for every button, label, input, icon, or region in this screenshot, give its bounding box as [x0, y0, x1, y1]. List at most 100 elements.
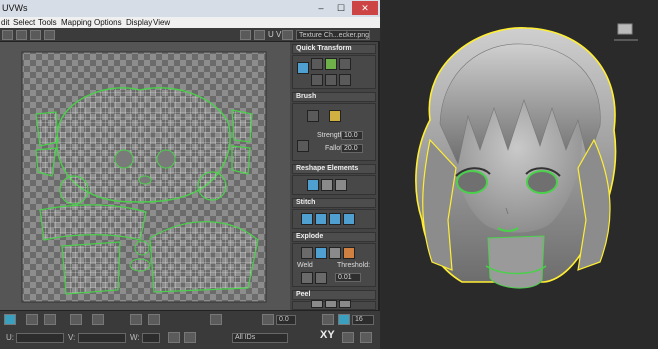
w-input[interactable] [142, 333, 160, 343]
grid-icon[interactable] [338, 314, 350, 325]
loop-icon[interactable] [130, 314, 142, 325]
view-icon[interactable] [254, 30, 265, 40]
freeform-icon[interactable] [44, 30, 55, 40]
brush-icon[interactable] [307, 110, 319, 122]
stitch-icon[interactable] [301, 213, 313, 225]
straighten-icon[interactable] [321, 179, 333, 191]
viewcube-icon[interactable] [617, 23, 633, 35]
flip-icon[interactable] [311, 74, 323, 86]
rotate-ccw-icon[interactable] [339, 74, 351, 86]
uv-shell-neck[interactable] [39, 204, 147, 241]
weld-icon[interactable] [301, 272, 313, 284]
vertex-mode-icon[interactable] [4, 314, 16, 325]
quick-transform-header[interactable]: Quick Transform [292, 44, 376, 54]
uv-shell-small[interactable] [134, 240, 150, 256]
explode-body: Weld Threshold: 0.01 [292, 243, 376, 287]
stitch-target-icon[interactable] [315, 213, 327, 225]
explode-header[interactable]: Explode [292, 232, 376, 242]
menu-display[interactable]: Display [126, 18, 152, 27]
menu-mapping[interactable]: Mapping [61, 18, 92, 27]
menu-tools[interactable]: Tools [38, 18, 57, 27]
checker-icon[interactable] [240, 30, 251, 40]
brush-body: Strength: 10.0 Falloff: 20.0 [292, 103, 376, 161]
rotate-icon[interactable] [16, 30, 27, 40]
uv-shell-eye-right[interactable] [197, 171, 227, 201]
uv-shell-hair-right[interactable] [149, 221, 259, 293]
menu-options[interactable]: Options [94, 18, 122, 27]
snowflake-icon[interactable] [210, 314, 222, 325]
strength-input[interactable]: 10.0 [341, 131, 363, 140]
xy-label[interactable]: XY [320, 329, 335, 341]
texture-select[interactable]: Texture Ch...ecker.png) [296, 30, 370, 40]
stitch-header[interactable]: Stitch [292, 198, 376, 208]
menu-view[interactable]: View [153, 18, 170, 27]
select-shrink-icon[interactable] [92, 314, 104, 325]
spacing-icon[interactable] [325, 58, 337, 70]
menu-edit[interactable]: dit [1, 18, 9, 27]
threshold-input[interactable]: 0.01 [335, 273, 361, 282]
fit-icon[interactable] [360, 332, 372, 343]
pelt-icon[interactable] [339, 300, 351, 308]
v-input[interactable] [78, 333, 126, 343]
close-button[interactable]: ✕ [352, 1, 378, 15]
lock-icon[interactable] [168, 332, 180, 343]
menu-select[interactable]: Select [13, 18, 35, 27]
relax-icon[interactable] [335, 179, 347, 191]
v-label: V: [68, 333, 76, 342]
reshape-header[interactable]: Reshape Elements [292, 164, 376, 174]
falloff-input[interactable]: 20.0 [341, 144, 363, 153]
explode-icon[interactable] [301, 247, 313, 259]
uv-canvas[interactable] [0, 42, 290, 310]
scale-icon[interactable] [30, 30, 41, 40]
pan-icon[interactable] [322, 314, 334, 325]
uv-shell-left-mid[interactable] [35, 147, 57, 177]
title-bar: UVWs – ☐ ✕ [0, 0, 380, 17]
peel-seams-icon[interactable] [325, 300, 337, 308]
menu-bar: dit Select Tools Mapping Options Display… [0, 17, 380, 28]
stitch-average-icon[interactable] [329, 213, 341, 225]
maximize-button[interactable]: ☐ [332, 1, 350, 15]
uv-shell-right-mid[interactable] [231, 145, 251, 175]
head-model[interactable] [382, 0, 658, 349]
weld-target-icon[interactable] [315, 272, 327, 284]
pencil-icon[interactable] [297, 140, 309, 152]
reshape-body [292, 175, 376, 195]
uv-shell-left-top[interactable] [35, 111, 59, 147]
grid-size-input[interactable]: 16 [352, 315, 374, 325]
align-icon[interactable] [311, 58, 323, 70]
uv-shell-right-top[interactable] [231, 109, 253, 143]
peel-header[interactable]: Peel [292, 290, 376, 300]
ring-icon[interactable] [148, 314, 160, 325]
zoom-icon[interactable] [262, 314, 274, 325]
move-icon[interactable] [2, 30, 13, 40]
bottom-bar: 0.0 16 U: V: W: All IDs XY [0, 310, 380, 349]
minimize-button[interactable]: – [312, 1, 330, 15]
break-icon[interactable] [315, 247, 327, 259]
rollout-panel: Quick Transform Brush Strength: 10.0 Fal… [290, 42, 378, 310]
reshape-icon[interactable] [307, 179, 319, 191]
3d-viewport[interactable] [382, 0, 658, 349]
zoom-input[interactable]: 0.0 [276, 315, 296, 325]
stitch-source-icon[interactable] [343, 213, 355, 225]
uv-axis-label[interactable]: U V [268, 30, 281, 39]
ids-select[interactable]: All IDs [232, 333, 288, 343]
relax-brush-icon[interactable] [329, 110, 341, 122]
uv-shell-hair-left[interactable] [61, 241, 121, 295]
face-mode-icon[interactable] [44, 314, 56, 325]
scale-uv-icon[interactable] [325, 74, 337, 86]
select-grow-icon[interactable] [70, 314, 82, 325]
rotate-cw-icon[interactable] [339, 58, 351, 70]
peel-icon[interactable] [311, 300, 323, 308]
uvw-icon[interactable] [282, 30, 293, 40]
edge-mode-icon[interactable] [26, 314, 38, 325]
quick-transform-icon[interactable] [297, 62, 309, 74]
options-icon[interactable] [184, 332, 196, 343]
flatten-icon[interactable] [343, 247, 355, 259]
uv-viewport[interactable] [0, 42, 290, 310]
zoom-extents-icon[interactable] [342, 332, 354, 343]
u-input[interactable] [16, 333, 64, 343]
window-title: UVWs [2, 3, 28, 13]
uv-shell-eye-left[interactable] [59, 175, 89, 205]
detach-icon[interactable] [329, 247, 341, 259]
brush-header[interactable]: Brush [292, 92, 376, 102]
